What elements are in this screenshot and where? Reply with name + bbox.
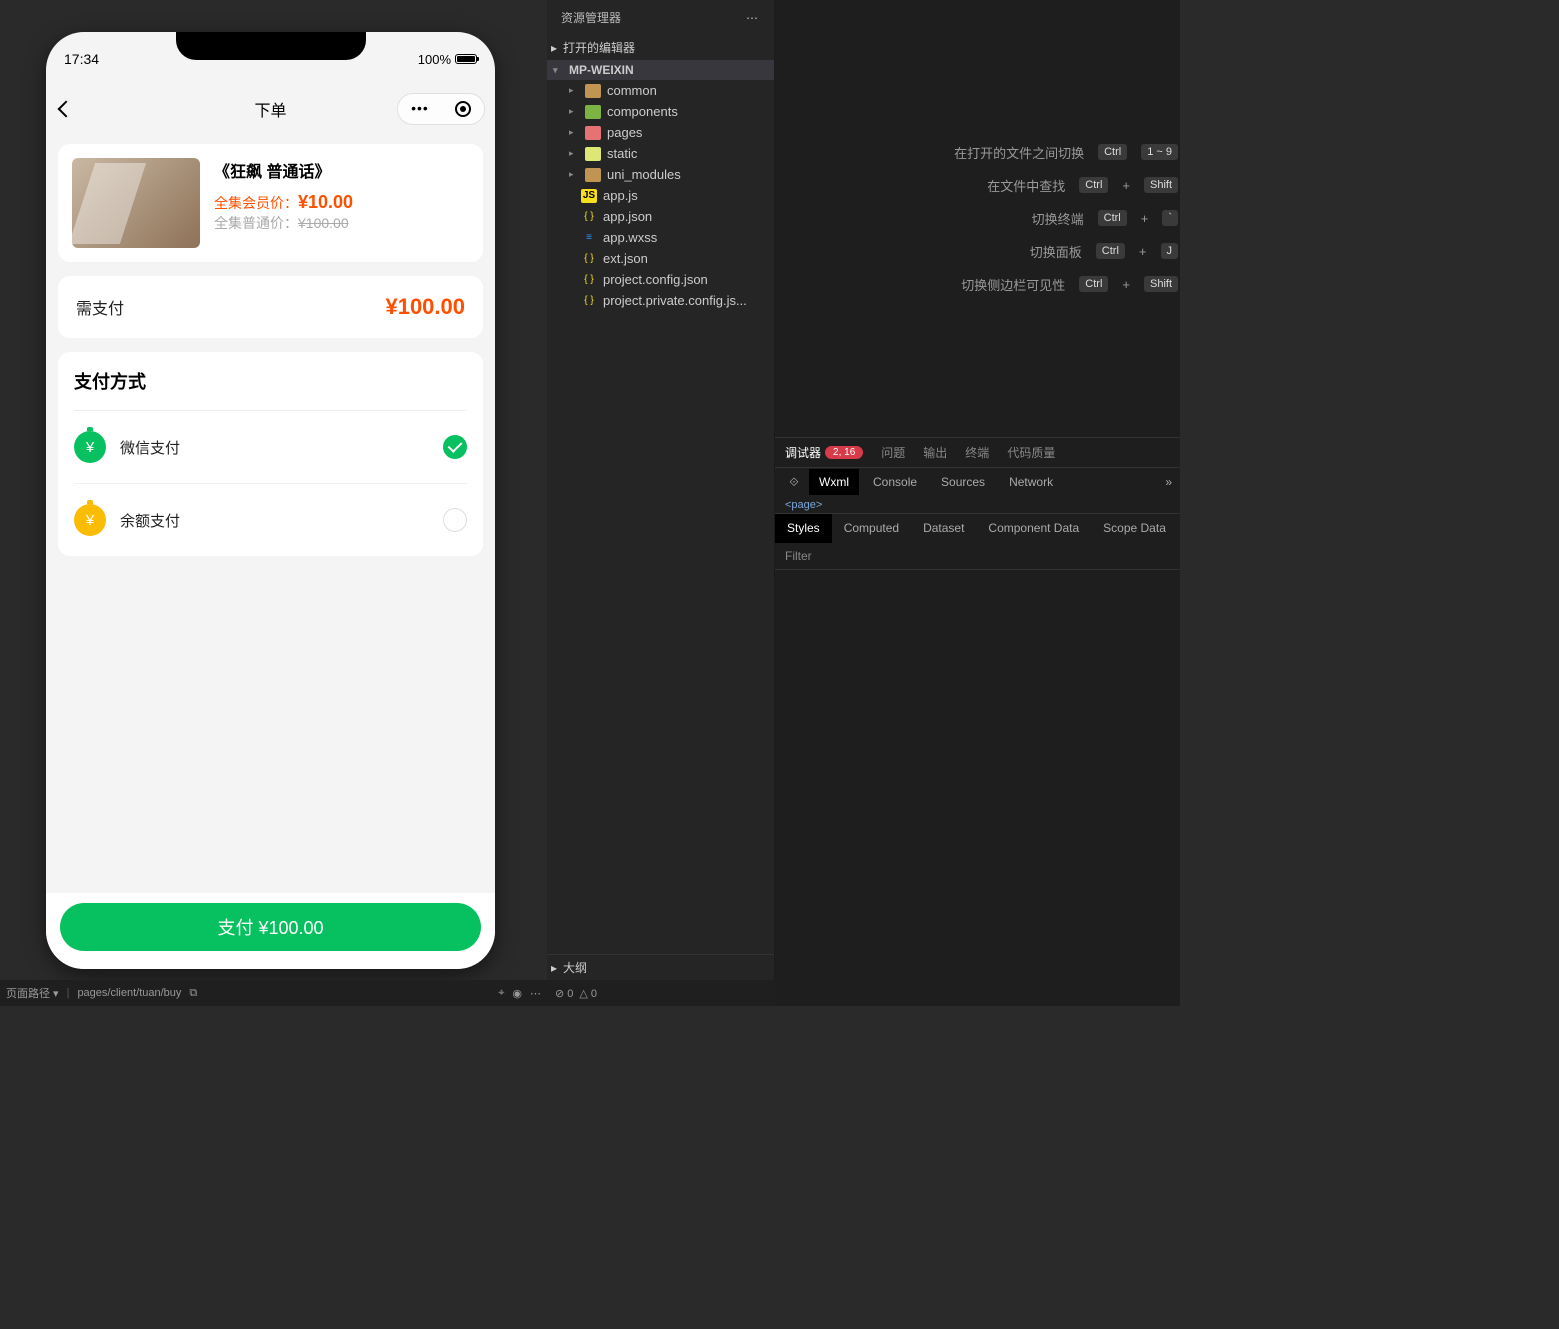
payment-method-card: 支付方式 ¥ 微信支付 ¥ 余额支付 — [58, 352, 483, 556]
file-app-js[interactable]: JSapp.js — [547, 185, 774, 206]
bottom-panel-tabs: 调试器2, 16 问题 输出 终端 代码质量 — [775, 437, 1180, 467]
editor-area: 在打开的文件之间切换Ctrl1 ~ 9 在文件中查找Ctrl+Shift 切换终… — [775, 0, 1180, 1006]
radio-unchecked-icon — [443, 508, 467, 532]
ide-status-bar-left: 页面路径 ▾ | pages/client/tuan/buy ⧉ ⌖ ◉ ⋯ — [0, 980, 547, 1006]
ide-status-bar-mid: ⊘ 0 △ 0 — [547, 980, 775, 1006]
hint-label: 切换终端 — [1032, 209, 1084, 228]
member-price-label: 全集会员价： — [214, 195, 298, 211]
devtab-console[interactable]: Console — [863, 469, 927, 495]
wechat-capsule — [397, 93, 485, 125]
wxml-page-tag[interactable]: <page> — [775, 497, 1180, 513]
explorer-more-icon[interactable]: ⋯ — [746, 11, 760, 25]
payment-method-name: 余额支付 — [120, 510, 429, 531]
styletab-dataset[interactable]: Dataset — [911, 514, 976, 543]
explorer-header: 资源管理器 ⋯ — [547, 0, 774, 35]
amount-due-value: ¥100.00 — [385, 294, 465, 320]
file-ext-json[interactable]: { }ext.json — [547, 248, 774, 269]
folder-pages[interactable]: ▸pages — [547, 122, 774, 143]
simulator-pane: 17:34 100% 下单 《狂飙 普通话》 全集会员价：¥10.00 — [0, 0, 547, 1006]
amount-due-card: 需支付 ¥100.00 — [58, 276, 483, 338]
folder-common[interactable]: ▸common — [547, 80, 774, 101]
wechat-pay-icon: ¥ — [74, 431, 106, 463]
devtab-network[interactable]: Network — [999, 469, 1063, 495]
member-price: ¥10.00 — [298, 192, 353, 212]
more-icon[interactable]: ⋯ — [530, 987, 541, 1000]
explorer-title: 资源管理器 — [561, 9, 621, 26]
folder-uni-modules[interactable]: ▸uni_modules — [547, 164, 774, 185]
devtools-tabs: ⟐ Wxml Console Sources Network » — [775, 467, 1180, 497]
styles-filter-input[interactable]: Filter — [775, 543, 1180, 570]
devtab-more-icon[interactable]: » — [1165, 475, 1172, 489]
product-title: 《狂飙 普通话》 — [214, 158, 469, 182]
payment-method-wechat[interactable]: ¥ 微信支付 — [74, 411, 467, 483]
product-card: 《狂飙 普通话》 全集会员价：¥10.00 全集普通价：¥100.00 — [58, 144, 483, 262]
copy-path-icon[interactable]: ⧉ — [189, 987, 197, 1000]
folder-static[interactable]: ▸static — [547, 143, 774, 164]
styles-tabs: Styles Computed Dataset Component Data S… — [775, 513, 1180, 543]
explorer-panel: 资源管理器 ⋯ ▸打开的编辑器 ▾MP-WEIXIN ▸common ▸comp… — [547, 0, 775, 1006]
tab-output[interactable]: 输出 — [923, 444, 947, 461]
styles-body — [775, 570, 1180, 1007]
file-app-wxss[interactable]: ≡app.wxss — [547, 227, 774, 248]
file-tree: ▾MP-WEIXIN ▸common ▸components ▸pages ▸s… — [547, 60, 774, 311]
folder-components[interactable]: ▸components — [547, 101, 774, 122]
styletab-component-data[interactable]: Component Data — [976, 514, 1091, 543]
regular-price-label: 全集普通价： — [214, 215, 298, 231]
page-path-value: pages/client/tuan/buy — [77, 987, 181, 999]
devtab-sources[interactable]: Sources — [931, 469, 995, 495]
outline-section[interactable]: ▸大纲 — [547, 954, 774, 980]
page-path-dropdown[interactable]: 页面路径 ▾ — [6, 985, 59, 1001]
bug-icon[interactable]: ⌖ — [498, 987, 504, 1000]
inspector-icon[interactable]: ⟐ — [783, 475, 805, 490]
balance-pay-icon: ¥ — [74, 504, 106, 536]
status-time: 17:34 — [64, 51, 99, 67]
hint-label: 在打开的文件之间切换 — [954, 143, 1084, 162]
battery-icon — [455, 54, 477, 64]
styletab-computed[interactable]: Computed — [832, 514, 911, 543]
back-icon[interactable] — [58, 101, 75, 118]
payment-method-name: 微信支付 — [120, 437, 429, 458]
hint-label: 切换面板 — [1030, 242, 1082, 261]
styletab-styles[interactable]: Styles — [775, 514, 832, 543]
devtab-wxml[interactable]: Wxml — [809, 469, 859, 495]
open-editors-section[interactable]: ▸打开的编辑器 — [547, 35, 774, 60]
eye-icon[interactable]: ◉ — [512, 987, 522, 1000]
nav-title: 下单 — [254, 97, 286, 121]
tab-problems[interactable]: 问题 — [881, 444, 905, 461]
project-root[interactable]: ▾MP-WEIXIN — [547, 60, 774, 80]
warning-count[interactable]: △ 0 — [579, 987, 597, 1000]
app-navbar: 下单 — [46, 86, 495, 132]
error-count[interactable]: ⊘ 0 — [555, 987, 573, 1000]
tab-terminal[interactable]: 终端 — [965, 444, 989, 461]
hint-label: 在文件中查找 — [987, 176, 1065, 195]
payment-method-title: 支付方式 — [74, 352, 467, 411]
styletab-scope-data[interactable]: Scope Data — [1091, 514, 1178, 543]
capsule-menu-icon[interactable] — [411, 100, 429, 118]
regular-price: ¥100.00 — [298, 215, 349, 231]
phone-frame: 17:34 100% 下单 《狂飙 普通话》 全集会员价：¥10.00 — [46, 32, 495, 969]
debugger-badge: 2, 16 — [825, 446, 863, 459]
tab-debugger[interactable]: 调试器2, 16 — [785, 444, 863, 461]
pay-button[interactable]: 支付 ¥100.00 — [60, 903, 481, 951]
file-project-private-config[interactable]: { }project.private.config.js... — [547, 290, 774, 311]
app-page-body: 《狂飙 普通话》 全集会员价：¥10.00 全集普通价：¥100.00 需支付 … — [46, 132, 495, 969]
hint-label: 切换侧边栏可见性 — [961, 275, 1065, 294]
file-app-json[interactable]: { }app.json — [547, 206, 774, 227]
editor-hints: 在打开的文件之间切换Ctrl1 ~ 9 在文件中查找Ctrl+Shift 切换终… — [775, 0, 1180, 437]
product-thumbnail — [72, 158, 200, 248]
capsule-close-icon[interactable] — [455, 101, 471, 117]
file-project-config[interactable]: { }project.config.json — [547, 269, 774, 290]
amount-due-label: 需支付 — [76, 295, 124, 319]
tab-quality[interactable]: 代码质量 — [1007, 444, 1055, 461]
phone-notch — [176, 32, 366, 60]
radio-checked-icon — [443, 435, 467, 459]
payment-method-balance[interactable]: ¥ 余额支付 — [74, 483, 467, 556]
app-footer: 支付 ¥100.00 — [46, 893, 495, 969]
status-battery-pct: 100% — [418, 52, 451, 67]
